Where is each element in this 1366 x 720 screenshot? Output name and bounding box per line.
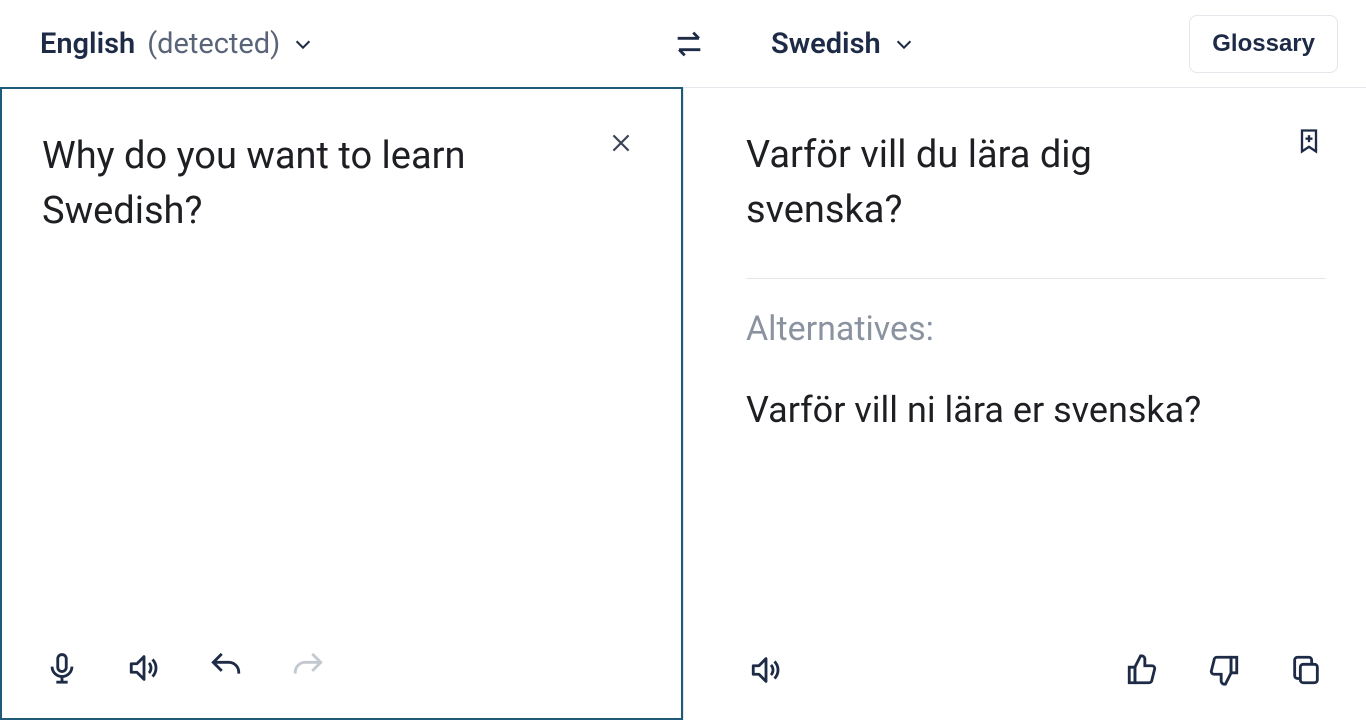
speaker-icon — [749, 653, 783, 687]
speaker-icon — [127, 651, 161, 685]
thumbs-up-button[interactable] — [1122, 650, 1162, 690]
source-panel: Why do you want to learn Swedish? — [0, 87, 683, 720]
source-text-input[interactable]: Why do you want to learn Swedish? — [42, 129, 641, 239]
listen-source-button[interactable] — [124, 648, 164, 688]
copy-icon — [1289, 653, 1323, 687]
source-toolbar — [42, 642, 641, 694]
language-bar: English (detected) Swedish Glossary — [0, 0, 1366, 88]
copy-button[interactable] — [1286, 650, 1326, 690]
divider — [746, 278, 1326, 279]
bookmark-add-icon — [1295, 127, 1323, 155]
microphone-icon — [45, 651, 79, 685]
save-translation-button[interactable] — [1292, 124, 1326, 158]
undo-button[interactable] — [206, 648, 246, 688]
thumbs-up-icon — [1125, 653, 1159, 687]
alternatives-label: Alternatives: — [746, 309, 1326, 349]
redo-icon — [291, 651, 325, 685]
source-language-suffix: (detected) — [147, 27, 280, 61]
target-panel: Varför vill du lära dig svenska? Alterna… — [683, 88, 1366, 720]
target-bar-right: Swedish Glossary — [709, 15, 1338, 73]
source-language-label: English — [40, 27, 135, 61]
chevron-down-icon — [893, 33, 915, 55]
translation-output[interactable]: Varför vill du lära dig svenska? — [746, 128, 1326, 238]
thumbs-down-button[interactable] — [1204, 650, 1244, 690]
undo-icon — [209, 651, 243, 685]
close-icon — [608, 130, 634, 156]
source-language-select[interactable]: English (detected) — [40, 27, 314, 61]
target-language-label: Swedish — [771, 27, 881, 61]
thumbs-down-icon — [1207, 653, 1241, 687]
redo-button — [288, 648, 328, 688]
translation-panels: Why do you want to learn Swedish? — [0, 88, 1366, 720]
chevron-down-icon — [292, 33, 314, 55]
swap-languages-button[interactable] — [669, 24, 709, 64]
swap-icon — [672, 27, 706, 61]
header-tools: Glossary — [1189, 15, 1338, 73]
target-language-select[interactable]: Swedish — [709, 27, 915, 61]
microphone-button[interactable] — [42, 648, 82, 688]
clear-source-button[interactable] — [603, 125, 639, 161]
target-toolbar — [746, 644, 1326, 696]
glossary-button[interactable]: Glossary — [1189, 15, 1338, 73]
alternative-translation[interactable]: Varför vill ni lära er svenska? — [746, 389, 1326, 431]
listen-target-button[interactable] — [746, 650, 786, 690]
